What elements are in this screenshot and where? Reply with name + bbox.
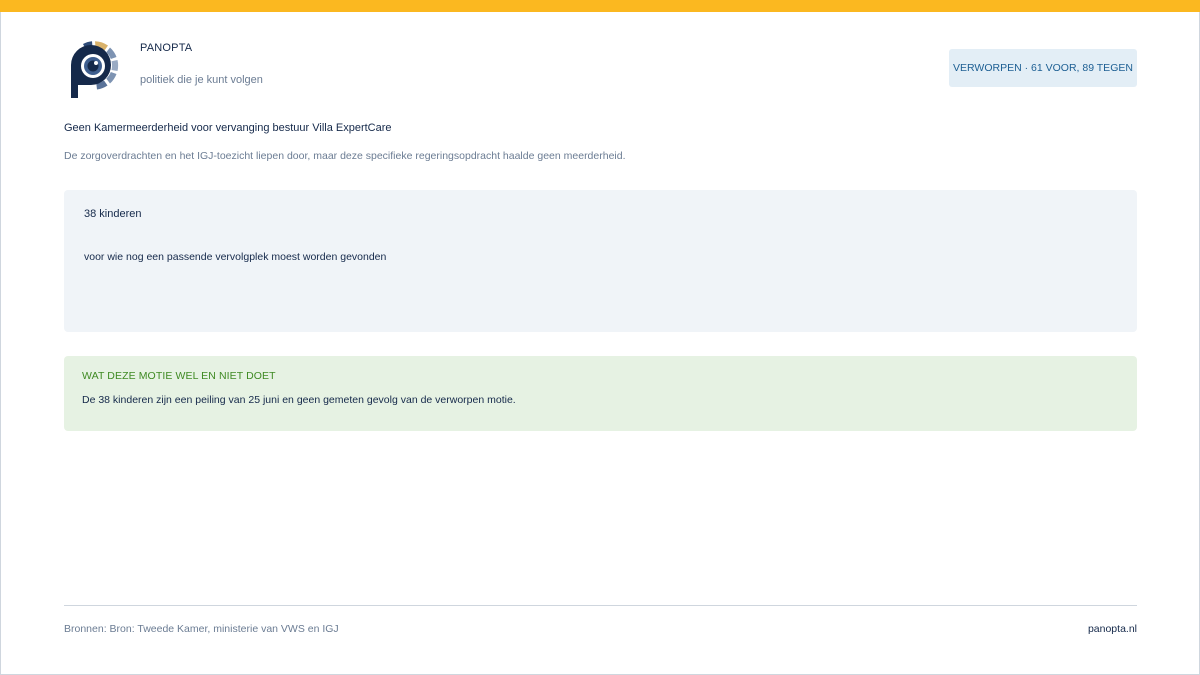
brand-name: PANOPTA — [140, 42, 193, 54]
footer-sources: Bronnen: Bron: Tweede Kamer, ministerie … — [64, 623, 339, 635]
note-title: WAT DEZE MOTIE WEL EN NIET DOET — [82, 370, 276, 382]
stat-description: voor wie nog een passende vervolgplek mo… — [84, 251, 387, 263]
stat-number: 38 kinderen — [84, 208, 142, 220]
note-text: De 38 kinderen zijn een peiling van 25 j… — [82, 394, 516, 406]
stat-card: 38 kinderen voor wie nog een passende ve… — [64, 190, 1137, 332]
note-card: WAT DEZE MOTIE WEL EN NIET DOET De 38 ki… — [64, 356, 1137, 431]
page-frame — [0, 0, 1200, 675]
motion-headline: Geen Kamermeerderheid voor vervanging be… — [64, 122, 392, 134]
footer-site-link[interactable]: panopta.nl — [1088, 623, 1137, 635]
motion-subline: De zorgoverdrachten en het IGJ-toezicht … — [64, 150, 626, 162]
panopta-logo-icon — [71, 41, 119, 98]
vote-status-badge: VERWORPEN · 61 VOOR, 89 TEGEN — [949, 49, 1137, 87]
brand-tagline: politiek die je kunt volgen — [140, 74, 263, 86]
footer-divider — [64, 605, 1137, 606]
accent-bar — [0, 0, 1200, 12]
